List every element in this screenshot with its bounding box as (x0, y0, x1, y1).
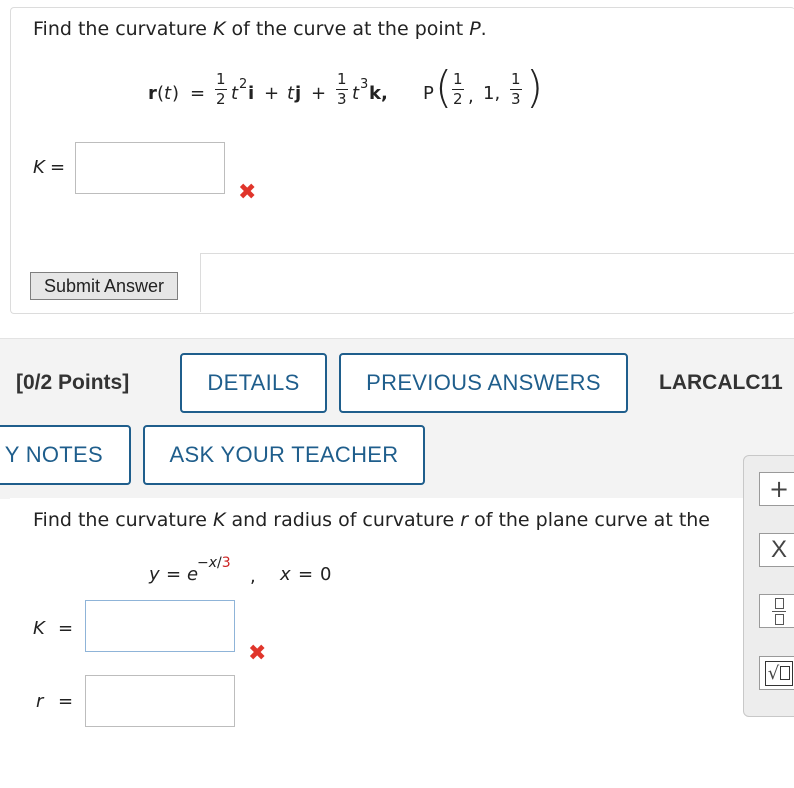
eq-big-paren: ) (526, 62, 544, 113)
k-label: K (33, 618, 45, 639)
r-equals: = (58, 691, 74, 712)
sqrt-icon: √ (764, 660, 794, 686)
fraction-icon (772, 597, 786, 625)
points-label: [0/2 Points] (16, 371, 130, 394)
eq-paren: ) (172, 83, 180, 104)
source-label: LARCALC11 (659, 371, 783, 394)
radius-answer-input[interactable] (85, 675, 235, 727)
details-button[interactable]: DETAILS (180, 353, 327, 413)
eq-j: j (295, 83, 302, 104)
eq-exponent: 2 (239, 77, 248, 92)
eq-equals: = (190, 83, 206, 104)
eq-t: t (352, 83, 360, 104)
r-label: r (36, 691, 44, 712)
divider (200, 253, 794, 254)
eq-x: x (280, 564, 291, 585)
fraction: 13 (510, 70, 522, 108)
eq-one: 1, (483, 83, 501, 104)
eq-r: r (148, 83, 157, 104)
eq-equals: = (298, 564, 314, 585)
eq-exponent: 3 (360, 77, 369, 92)
fraction: 13 (336, 70, 348, 108)
submit-answer-button[interactable]: Submit Answer (30, 272, 178, 300)
sqrt-tool-button[interactable]: √ (759, 656, 794, 690)
ask-your-teacher-button[interactable]: ASK YOUR TEACHER (143, 425, 425, 485)
divider (200, 253, 201, 312)
plus-icon: + (768, 475, 790, 503)
eq-plus: + (264, 83, 280, 104)
eq-comma: , (468, 86, 474, 107)
eq-exponent: −x/3 (197, 555, 231, 571)
plus-tool-button[interactable]: + (759, 472, 794, 506)
eq-t: t (287, 83, 295, 104)
fraction: 12 (215, 70, 227, 108)
problem-1-question: Find the curvature K of the curve at the… (33, 18, 487, 40)
eq-t: t (164, 83, 172, 104)
eq-i: i (248, 83, 255, 104)
eq-k: k, (369, 83, 388, 104)
eq-equals: = (166, 564, 182, 585)
curvature-answer-input[interactable] (85, 600, 235, 652)
eq-plus: + (311, 83, 327, 104)
eq-x-value: 0 (320, 564, 332, 585)
times-tool-button[interactable]: X (759, 533, 794, 567)
k-equals: = (50, 157, 66, 178)
previous-answers-button[interactable]: PREVIOUS ANSWERS (339, 353, 628, 413)
eq-comma: , (250, 566, 256, 587)
fraction: 12 (452, 70, 464, 108)
eq-t: t (231, 83, 239, 104)
times-icon: X (770, 536, 787, 563)
problem-2-question: Find the curvature K and radius of curva… (33, 509, 710, 531)
my-notes-button[interactable]: Y NOTES (0, 425, 131, 485)
fraction-tool-button[interactable] (759, 594, 794, 628)
incorrect-icon: ✖ (238, 180, 257, 205)
incorrect-icon: ✖ (248, 641, 267, 666)
eq-point-P: P (423, 83, 434, 104)
eq-y: y (149, 564, 160, 585)
k-equals: = (58, 618, 74, 639)
curvature-answer-input[interactable] (75, 142, 225, 194)
eq-big-paren: ( (435, 62, 453, 113)
k-label: K (33, 157, 45, 178)
eq-paren: ( (157, 83, 165, 104)
